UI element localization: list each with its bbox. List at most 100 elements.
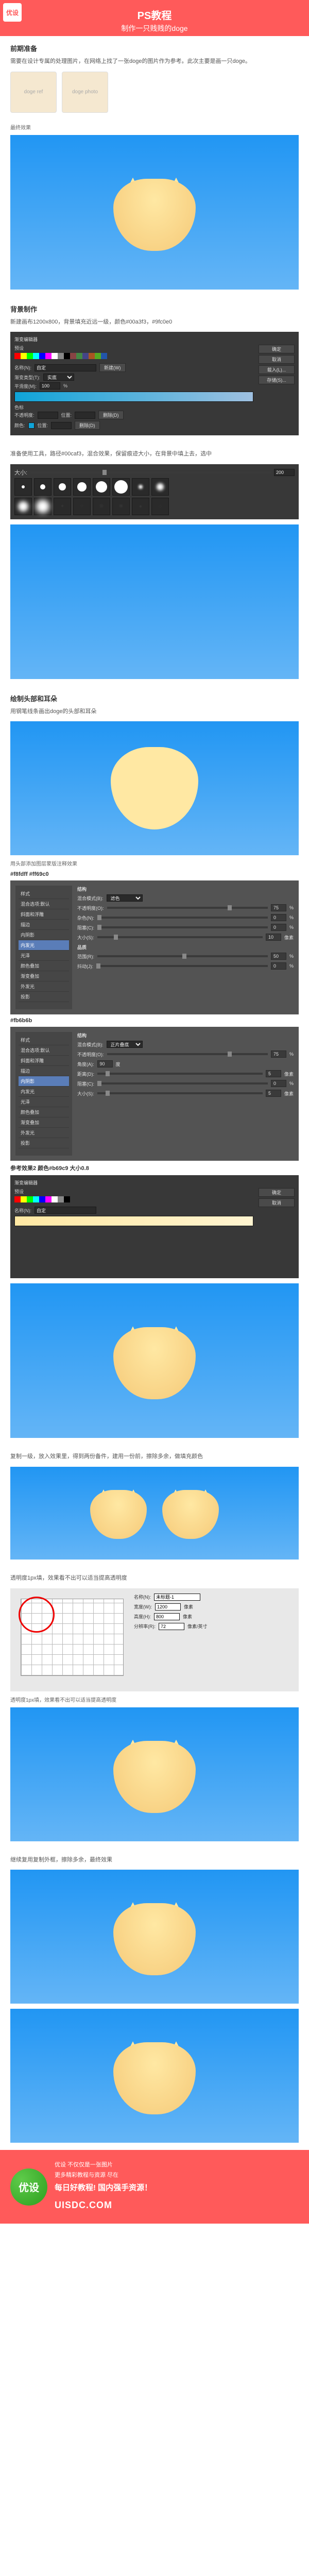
opacity-slider[interactable] bbox=[107, 1053, 268, 1055]
footer-logo: 优设 bbox=[10, 2168, 47, 2206]
fx-item-inner-glow[interactable]: 内发光 bbox=[19, 940, 69, 951]
fx-item-blendopts[interactable]: 混合选项:默认 bbox=[19, 899, 69, 909]
section-text: 新建画布1200x800，背景填充近远一级，颜色#00a3f3，#9fc0e0 bbox=[10, 318, 299, 327]
fx-item-satin[interactable]: 光泽 bbox=[19, 1097, 69, 1107]
fx-item-satin[interactable]: 光泽 bbox=[19, 951, 69, 961]
ok-button[interactable]: 确定 bbox=[259, 1188, 295, 1197]
doc-res-input[interactable] bbox=[159, 1623, 184, 1630]
smoothness-input[interactable] bbox=[40, 382, 60, 389]
size-slider[interactable] bbox=[97, 1092, 263, 1094]
distance-slider[interactable] bbox=[97, 1073, 263, 1075]
brush-preset[interactable]: ○ bbox=[151, 498, 169, 515]
fx-item-stroke[interactable]: 描边 bbox=[19, 1066, 69, 1076]
range-slider[interactable] bbox=[97, 955, 268, 957]
smoothness-label: 平滑度(M): bbox=[14, 383, 37, 389]
doc-name-input[interactable] bbox=[154, 1594, 200, 1601]
fx-item-blendopts[interactable]: 混合选项:默认 bbox=[19, 1045, 69, 1056]
fx-item-grad-overlay[interactable]: 渐变叠加 bbox=[19, 1117, 69, 1128]
brush-preset[interactable] bbox=[132, 478, 149, 496]
brush-preset[interactable] bbox=[34, 498, 52, 515]
choke-slider[interactable] bbox=[97, 926, 268, 928]
brush-preset[interactable] bbox=[93, 478, 110, 496]
stop-color-swatch[interactable] bbox=[28, 422, 35, 429]
brush-preset[interactable]: ● bbox=[132, 498, 149, 515]
doge-illustration bbox=[113, 1322, 196, 1399]
jitter-slider[interactable] bbox=[96, 965, 268, 967]
reference-images: doge ref doge photo bbox=[10, 72, 299, 113]
section-bg: 背景制作 新建画布1200x800，背景填充近远一级，颜色#00a3f3，#9f… bbox=[0, 297, 309, 443]
blend-mode-select[interactable]: 正片叠底 bbox=[107, 1041, 143, 1048]
brush-preset[interactable] bbox=[112, 478, 130, 496]
fx-item-bevel[interactable]: 斜面和浮雕 bbox=[19, 909, 69, 920]
brush-preset[interactable]: ✺ bbox=[112, 498, 130, 515]
save-button[interactable]: 存储(S)... bbox=[259, 376, 295, 384]
fx-settings: 结构 混合模式(B):滤色 不透明度(O):75% 杂色(N):0% 阻塞(C)… bbox=[77, 886, 294, 1009]
fx-settings: 结构 混合模式(B):正片叠底 不透明度(O):75% 角度(A):90度 距离… bbox=[77, 1032, 294, 1156]
delete-stop-button-2[interactable]: 删除(D) bbox=[75, 421, 100, 430]
cancel-button[interactable]: 取消 bbox=[259, 1198, 295, 1207]
opacity-slider[interactable] bbox=[107, 907, 268, 909]
brush-preset[interactable]: ❋ bbox=[93, 498, 110, 515]
fx-item-drop-shadow[interactable]: 投影 bbox=[19, 992, 69, 1002]
doc-height-input[interactable] bbox=[154, 1613, 180, 1620]
ok-button[interactable]: 确定 bbox=[259, 345, 295, 353]
load-button[interactable]: 载入(L)... bbox=[259, 365, 295, 374]
panel-title: 渐变编辑器 bbox=[14, 1179, 295, 1186]
fx-item-inner-glow[interactable]: 内发光 bbox=[19, 1087, 69, 1097]
fx-item-drop-shadow[interactable]: 投影 bbox=[19, 1138, 69, 1148]
fx-item-outer-glow[interactable]: 外发光 bbox=[19, 981, 69, 992]
preset-swatches[interactable] bbox=[14, 353, 107, 359]
fx-item-inner-shadow[interactable]: 内阴影 bbox=[19, 930, 69, 940]
section-text: 复制一级，放入效果里，得到两份备件，建用一份前，擦除多余，做填充颜色 bbox=[10, 1452, 299, 1462]
section-text: 准备使用工具，路径#00caf3，混合效果，保留痕迹大小，在背景中填上去，选中 bbox=[10, 450, 299, 459]
doge-illustration bbox=[113, 1898, 196, 1975]
choke-slider[interactable] bbox=[97, 1082, 268, 1084]
cancel-button[interactable]: 取消 bbox=[259, 355, 295, 364]
brush-preset[interactable]: ✦ bbox=[54, 498, 71, 515]
stop-opacity-input[interactable] bbox=[38, 412, 58, 419]
fx-styles-header: 样式 bbox=[19, 889, 69, 899]
fx-item-color-overlay[interactable]: 颜色叠加 bbox=[19, 1107, 69, 1117]
section-brush: 参考 准备使用工具，路径#00caf3，混合效果，保留痕迹大小，在背景中填上去，… bbox=[0, 443, 309, 686]
color-codes-1: #f8fdff #ff69c0 bbox=[10, 871, 299, 877]
section-text: 继续复用复制外框，擦除多余，最终效果 bbox=[10, 1856, 299, 1865]
fx-item-grad-overlay[interactable]: 渐变叠加 bbox=[19, 971, 69, 981]
stop-position-input[interactable] bbox=[75, 412, 95, 419]
brush-preset[interactable] bbox=[73, 478, 91, 496]
name-label: 名称(N): bbox=[14, 364, 31, 371]
noise-slider[interactable] bbox=[97, 917, 268, 919]
final-effect-label: 最终效果 bbox=[10, 123, 299, 131]
brush-preset[interactable] bbox=[14, 478, 32, 496]
stops-label: 色标 bbox=[14, 404, 253, 411]
fx-item-bevel[interactable]: 斜面和浮雕 bbox=[19, 1056, 69, 1066]
brush-preset[interactable] bbox=[151, 478, 169, 496]
gradient-type-select[interactable]: 实底 bbox=[43, 374, 74, 381]
stop-position-input-2[interactable] bbox=[51, 422, 72, 429]
doge-copy-1 bbox=[90, 1487, 147, 1539]
fx-style-list: 样式 混合选项:默认 斜面和浮雕 描边 内阴影 内发光 光泽 颜色叠加 渐变叠加… bbox=[15, 1032, 72, 1156]
gradient-preview-bar[interactable] bbox=[14, 392, 253, 402]
panel-title: 渐变编辑器 bbox=[14, 336, 295, 343]
brush-preset[interactable] bbox=[14, 498, 32, 515]
gradient-name-input[interactable] bbox=[35, 1207, 96, 1214]
doc-width-input[interactable] bbox=[155, 1603, 181, 1611]
brush-preset[interactable]: ✧ bbox=[73, 498, 91, 515]
brush-preset[interactable] bbox=[54, 478, 71, 496]
gradient-name-input[interactable] bbox=[35, 364, 96, 371]
preset-swatches[interactable] bbox=[14, 1196, 107, 1202]
brush-size-slider[interactable] bbox=[30, 471, 271, 473]
new-gradient-button[interactable]: 新建(W) bbox=[99, 363, 126, 372]
fx-item-stroke[interactable]: 描边 bbox=[19, 920, 69, 930]
gradient-preview-bar-yellow[interactable] bbox=[14, 1216, 253, 1226]
ref-image-2: doge photo bbox=[62, 72, 108, 113]
fx-struct-label: 结构 bbox=[77, 886, 294, 892]
brand-logo: 优设 bbox=[3, 3, 22, 22]
fx-item-color-overlay[interactable]: 颜色叠加 bbox=[19, 961, 69, 971]
blend-mode-select[interactable]: 滤色 bbox=[107, 894, 143, 902]
brush-size-input[interactable] bbox=[274, 469, 295, 476]
size-slider[interactable] bbox=[97, 936, 263, 938]
fx-item-outer-glow[interactable]: 外发光 bbox=[19, 1128, 69, 1138]
brush-preset[interactable] bbox=[34, 478, 52, 496]
delete-stop-button[interactable]: 删除(D) bbox=[98, 411, 124, 419]
fx-item-inner-shadow[interactable]: 内阴影 bbox=[19, 1076, 69, 1087]
